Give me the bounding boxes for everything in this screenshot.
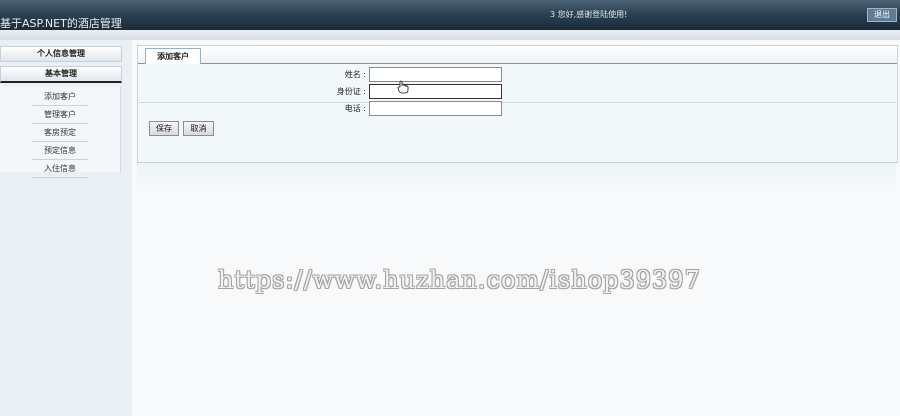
top-header-bar: 基于ASP.NET的酒店管理 3 您好,感谢登陆使用! 退出 [0,0,900,30]
sidebar-item-checkin-info[interactable]: 入住信息 [32,160,88,178]
name-label: 姓名 : [344,70,366,79]
content-shadow-area [137,163,896,193]
hand-cursor-icon [397,80,409,94]
sidebar-item-add-customer[interactable]: 添加客户 [32,88,88,106]
idcard-input[interactable] [369,84,502,99]
sidebar-section-personal[interactable]: 个人信息管理 [0,46,122,62]
sidebar: 个人信息管理 基本管理 添加客户 管理客户 客房预定 预定信息 入住信息 [0,40,132,416]
form-row-divider [139,102,896,103]
header-subbar [0,30,900,40]
phone-label: 电话 : [344,104,366,113]
sidebar-item-room-booking[interactable]: 客房预定 [32,124,88,142]
name-input[interactable] [369,67,502,82]
cancel-button[interactable]: 取消 [183,121,214,136]
phone-input[interactable] [369,101,502,116]
sidebar-item-booking-info[interactable]: 预定信息 [32,142,88,160]
tab-add-customer[interactable]: 添加客户 [145,48,201,64]
tab-strip: 添加客户 [138,46,897,64]
sidebar-item-manage-customer[interactable]: 管理客户 [32,106,88,124]
idcard-label: 身份证 : [336,87,366,96]
watermark-text: https://www.huzhan.com/ishop39397 [218,266,701,294]
save-button[interactable]: 保存 [149,121,179,136]
logout-button[interactable]: 退出 [867,8,897,22]
app-title: 基于ASP.NET的酒店管理 [0,17,122,30]
content-panel: 添加客户 姓名 : 身份证 : 电话 : 保存 取消 [137,45,898,163]
welcome-message: 3 您好,感谢登陆使用! [550,10,628,19]
sidebar-section-basic[interactable]: 基本管理 [0,66,122,83]
sidebar-item-list: 添加客户 管理客户 客房预定 预定信息 入住信息 [0,88,120,178]
